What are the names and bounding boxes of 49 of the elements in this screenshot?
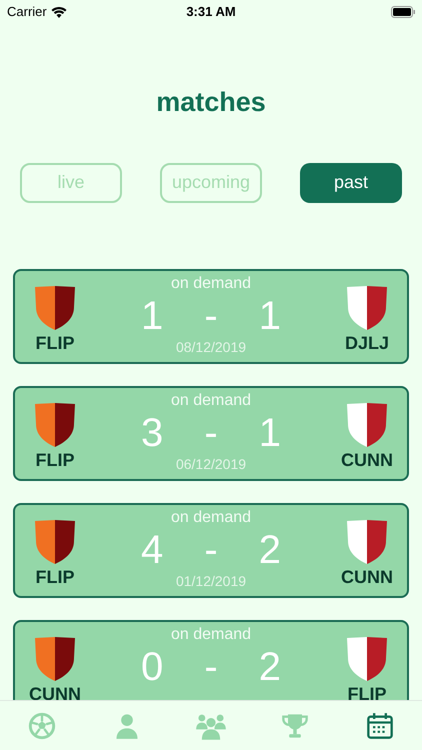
match-date: 01/12/2019: [176, 572, 246, 590]
match-status: on demand: [170, 274, 252, 294]
team-name: FLIP: [348, 682, 386, 700]
team-name: FLIP: [36, 566, 74, 588]
match-status: on demand: [170, 390, 252, 410]
shield-icon: [32, 284, 78, 330]
home-score: 4: [141, 528, 164, 572]
match-status: on demand: [170, 624, 252, 644]
score-separator: -: [204, 294, 218, 338]
away-score: 1: [258, 294, 281, 338]
team-name: FLIP: [36, 332, 74, 354]
filter-tab[interactable]: past: [300, 162, 402, 202]
shield-icon: [344, 284, 390, 330]
away-score: 1: [258, 410, 281, 454]
away-score: 2: [258, 528, 281, 572]
page-title: matches: [156, 86, 266, 119]
status-time: 3:31 AM: [186, 3, 236, 22]
soccer-ball-icon[interactable]: [28, 712, 56, 740]
group-icon[interactable]: [194, 712, 227, 740]
match-card[interactable]: FLIP on demand 4 - 2 01/12/2019 CUNN: [13, 502, 409, 598]
calendar-icon[interactable]: [366, 712, 394, 740]
shield-icon: [344, 636, 390, 682]
match-card[interactable]: FLIP on demand 1 - 1 08/12/2019 DJLJ: [13, 268, 409, 364]
team-name: CUNN: [29, 682, 81, 700]
home-score: 0: [141, 644, 164, 688]
shield-icon: [344, 518, 390, 564]
trophy-icon[interactable]: [281, 712, 310, 740]
shield-icon: [344, 402, 390, 448]
team-name: FLIP: [36, 448, 74, 470]
team-name: DJLJ: [344, 332, 389, 354]
team-name: CUNN: [341, 448, 393, 470]
home-score: 1: [141, 294, 164, 338]
match-card[interactable]: FLIP on demand 3 - 1 06/12/2019 CUNN: [13, 386, 409, 480]
shield-icon: [32, 402, 78, 448]
score-separator: -: [204, 410, 218, 454]
match-card[interactable]: CUNN on demand 0 - 2 FLIP: [13, 620, 409, 700]
battery-icon: [391, 6, 415, 18]
carrier-label: Carrier: [7, 3, 47, 22]
away-score: 2: [258, 644, 281, 688]
score-separator: -: [204, 528, 218, 572]
score-separator: -: [204, 644, 218, 688]
home-score: 3: [141, 410, 164, 454]
shield-icon: [32, 636, 78, 682]
shield-icon: [32, 518, 78, 564]
team-name: CUNN: [341, 566, 393, 588]
match-status: on demand: [170, 508, 252, 528]
match-date: 08/12/2019: [176, 338, 246, 356]
match-date: 06/12/2019: [176, 454, 246, 472]
wifi-icon: [50, 6, 67, 18]
